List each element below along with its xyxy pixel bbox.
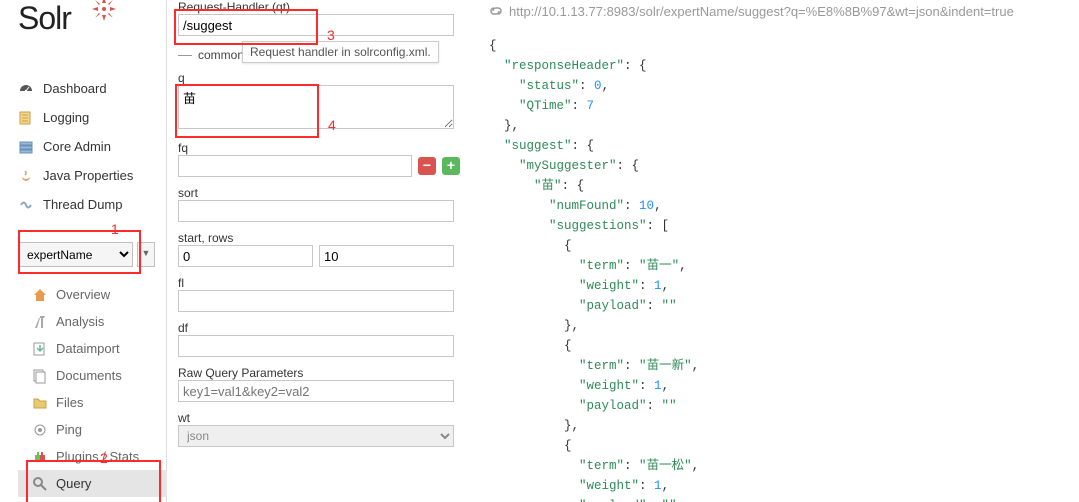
wt-label: wt <box>178 411 463 425</box>
wt-select[interactable]: json <box>178 425 454 447</box>
nav-label: Logging <box>43 110 89 125</box>
files-icon <box>32 395 48 411</box>
sun-icon <box>90 0 118 31</box>
subnav-label: Analysis <box>56 314 104 329</box>
analysis-icon <box>32 314 48 330</box>
core-select[interactable]: expertName <box>18 242 133 267</box>
query-form: Request-Handler (qt) Request handler in … <box>178 0 463 502</box>
dropdown-icon[interactable]: ▼ <box>137 242 155 267</box>
main-nav: Dashboard Logging Core Admin Java Proper… <box>18 74 164 219</box>
subnav-label: Plugins / Stats <box>56 449 139 464</box>
subnav-plugins[interactable]: Plugins / Stats <box>32 443 162 470</box>
startrows-label: start, rows <box>178 231 463 245</box>
subnav-query[interactable]: Query <box>18 470 167 497</box>
add-fq-button[interactable]: + <box>442 157 460 175</box>
link-icon <box>489 4 503 18</box>
q-label: q <box>178 71 463 85</box>
request-url: http://10.1.13.77:8983/solr/expertName/s… <box>509 4 1014 19</box>
thread-icon <box>18 197 34 213</box>
subnav-label: Files <box>56 395 83 410</box>
response-panel: http://10.1.13.77:8983/solr/expertName/s… <box>489 0 1079 502</box>
subnav-files[interactable]: Files <box>32 389 162 416</box>
sort-label: sort <box>178 186 463 200</box>
subnav-label: Dataimport <box>56 341 120 356</box>
home-icon <box>32 287 48 303</box>
java-icon <box>18 168 34 184</box>
coreadmin-icon <box>18 139 34 155</box>
df-input[interactable] <box>178 335 454 357</box>
fl-input[interactable] <box>178 290 454 312</box>
raw-label: Raw Query Parameters <box>178 366 463 380</box>
qt-input[interactable] <box>178 14 454 36</box>
subnav-label: Overview <box>56 287 110 302</box>
fq-label: fq <box>178 141 463 155</box>
nav-javaprops[interactable]: Java Properties <box>18 161 164 190</box>
nav-label: Java Properties <box>43 168 133 183</box>
logo-text: Solr <box>18 0 71 36</box>
dashboard-icon <box>18 81 34 97</box>
ping-icon <box>32 422 48 438</box>
nav-label: Dashboard <box>43 81 107 96</box>
qt-tooltip: Request handler in solrconfig.xml. <box>242 41 439 63</box>
subnav-label: Ping <box>56 422 82 437</box>
subnav-overview[interactable]: Overview <box>32 281 162 308</box>
fq-input[interactable] <box>178 155 412 177</box>
start-input[interactable] <box>178 245 313 267</box>
remove-fq-button[interactable]: − <box>418 157 436 175</box>
df-label: df <box>178 321 463 335</box>
nav-logging[interactable]: Logging <box>18 103 164 132</box>
subnav-analysis[interactable]: Analysis <box>32 308 162 335</box>
logo: Solr <box>18 0 71 37</box>
nav-label: Core Admin <box>43 139 111 154</box>
nav-dashboard[interactable]: Dashboard <box>18 74 164 103</box>
fl-label: fl <box>178 276 463 290</box>
raw-input[interactable] <box>178 380 454 402</box>
subnav-ping[interactable]: Ping <box>32 416 162 443</box>
logging-icon <box>18 110 34 126</box>
documents-icon <box>32 368 48 384</box>
q-input[interactable]: 苗 <box>178 85 454 129</box>
common-label: common <box>198 48 244 62</box>
query-icon <box>32 476 48 492</box>
core-subnav: Overview Analysis Dataimport Documents F… <box>32 281 162 497</box>
nav-coreadmin[interactable]: Core Admin <box>18 132 164 161</box>
plugins-icon <box>32 449 48 465</box>
qt-label: Request-Handler (qt) <box>178 0 463 14</box>
url-bar[interactable]: http://10.1.13.77:8983/solr/expertName/s… <box>489 0 1079 22</box>
sort-input[interactable] <box>178 200 454 222</box>
subnav-label: Documents <box>56 368 122 383</box>
subnav-documents[interactable]: Documents <box>32 362 162 389</box>
minus-icon <box>178 55 192 56</box>
subnav-dataimport[interactable]: Dataimport <box>32 335 162 362</box>
rows-input[interactable] <box>319 245 454 267</box>
subnav-label: Query <box>56 476 91 491</box>
core-selector[interactable]: expertName ▼ <box>18 242 156 267</box>
nav-label: Thread Dump <box>43 197 122 212</box>
dataimport-icon <box>32 341 48 357</box>
nav-threaddump[interactable]: Thread Dump <box>18 190 164 219</box>
sidebar: Solr Dashboard Logging Core Admin Java P… <box>0 0 167 502</box>
json-response: { "responseHeader": { "status": 0, "QTim… <box>489 36 1079 502</box>
